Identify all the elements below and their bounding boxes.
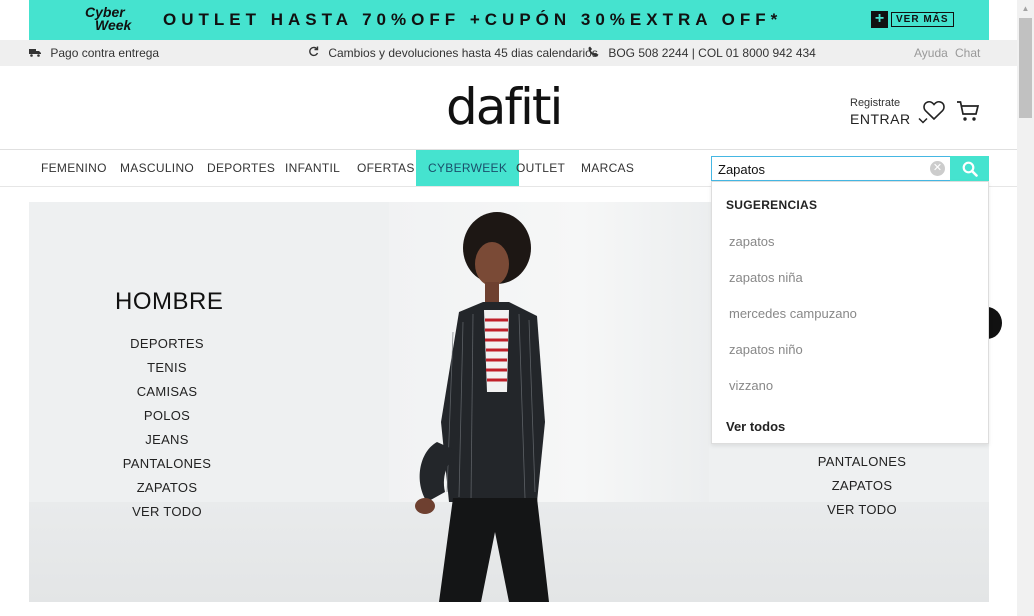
ver-mas-button[interactable]: VER MÁS — [891, 12, 954, 27]
hombre-column: HOMBRE DEPORTES TENIS CAMISAS POLOS JEAN… — [115, 288, 223, 524]
nav-item-masculino[interactable]: MASCULINO — [108, 150, 206, 186]
truck-icon — [29, 49, 41, 57]
vertical-scrollbar[interactable]: ▲ — [1017, 0, 1034, 616]
see-all-link[interactable]: Ver todos — [726, 419, 785, 434]
login-label: ENTRAR — [850, 111, 911, 127]
register-link[interactable]: Registrate — [850, 97, 900, 109]
suggestion-item[interactable]: mercedes campuzano — [729, 306, 857, 321]
refresh-icon — [309, 46, 319, 57]
chat-link[interactable]: Chat — [955, 46, 980, 60]
cart-icon[interactable] — [956, 100, 980, 122]
promo-text: OUTLET HASTA 70%OFF +CUPÓN 30%EXTRA OFF* — [163, 10, 783, 29]
header: dafiti Registrate ENTRAR — [0, 66, 1017, 150]
scroll-up-icon[interactable]: ▲ — [1017, 0, 1034, 17]
nav-item-marcas[interactable]: MARCAS — [569, 150, 646, 186]
suggestion-item[interactable]: vizzano — [729, 378, 773, 393]
cyberweek-logo-line2: Week — [95, 17, 132, 33]
nav-item-ofertas[interactable]: OFERTAS — [345, 150, 427, 186]
hombre-title[interactable]: HOMBRE — [115, 288, 223, 316]
right-link-ver-todo[interactable]: VER TODO — [810, 498, 914, 522]
returns-text: Cambios y devoluciones hasta 45 dias cal… — [328, 46, 598, 60]
cyberweek-logo: Cyber Week — [85, 5, 141, 36]
scrollbar-thumb[interactable] — [1019, 18, 1032, 118]
nav-item-outlet[interactable]: OUTLET — [504, 150, 577, 186]
hombre-link-zapatos[interactable]: ZAPATOS — [115, 476, 219, 500]
clear-icon[interactable]: ✕ — [930, 161, 945, 176]
hombre-link-pantalones[interactable]: PANTALONES — [115, 452, 219, 476]
dafiti-logo[interactable]: dafiti — [446, 78, 563, 136]
suggestions-title: SUGERENCIAS — [726, 198, 818, 212]
hombre-link-tenis[interactable]: TENIS — [115, 356, 219, 380]
right-link-pantalones[interactable]: PANTALONES — [810, 450, 914, 474]
nav-item-femenino[interactable]: FEMENINO — [29, 150, 119, 186]
hombre-link-deportes[interactable]: DEPORTES — [115, 332, 219, 356]
help-link[interactable]: Ayuda — [914, 46, 948, 60]
search-button[interactable] — [950, 156, 989, 181]
search-box[interactable]: ✕ — [711, 156, 951, 181]
search-suggestions: SUGERENCIAS zapatos zapatos niña mercede… — [711, 181, 989, 444]
hombre-link-ver-todo[interactable]: VER TODO — [115, 500, 219, 524]
hombre-link-camisas[interactable]: CAMISAS — [115, 380, 219, 404]
model-photo — [415, 212, 549, 602]
suggestion-item[interactable]: zapatos niña — [729, 270, 803, 285]
phone-info: BOG 508 2244 | COL 01 8000 942 434 — [588, 46, 816, 60]
login-dropdown[interactable]: ENTRAR — [850, 111, 928, 127]
heart-icon[interactable] — [922, 98, 946, 122]
promo-banner-inner[interactable]: Cyber Week OUTLET HASTA 70%OFF +CUPÓN 30… — [29, 0, 989, 40]
phone-text: BOG 508 2244 | COL 01 8000 942 434 — [608, 46, 816, 60]
delivery-text: Pago contra entrega — [50, 46, 160, 60]
search-input[interactable] — [718, 160, 928, 178]
page: Cyber Week OUTLET HASTA 70%OFF +CUPÓN 30… — [0, 0, 1034, 616]
info-bar: Pago contra entrega Cambios y devolucion… — [0, 40, 1017, 66]
right-link-zapatos[interactable]: ZAPATOS — [810, 474, 914, 498]
nav-item-infantil[interactable]: INFANTIL — [273, 150, 352, 186]
promo-banner[interactable]: Cyber Week OUTLET HASTA 70%OFF +CUPÓN 30… — [0, 0, 1017, 40]
hombre-link-polos[interactable]: POLOS — [115, 404, 219, 428]
phone-icon — [588, 46, 599, 57]
suggestion-item[interactable]: zapatos niño — [729, 342, 803, 357]
suggestion-item[interactable]: zapatos — [729, 234, 775, 249]
right-column: PANTALONES ZAPATOS VER TODO — [810, 450, 914, 522]
returns-info: Cambios y devoluciones hasta 45 dias cal… — [308, 46, 598, 60]
search-icon — [962, 161, 978, 177]
delivery-info: Pago contra entrega — [29, 46, 159, 60]
hombre-link-jeans[interactable]: JEANS — [115, 428, 219, 452]
account-menu[interactable]: Registrate ENTRAR — [850, 97, 928, 127]
plus-icon: + — [871, 11, 888, 28]
